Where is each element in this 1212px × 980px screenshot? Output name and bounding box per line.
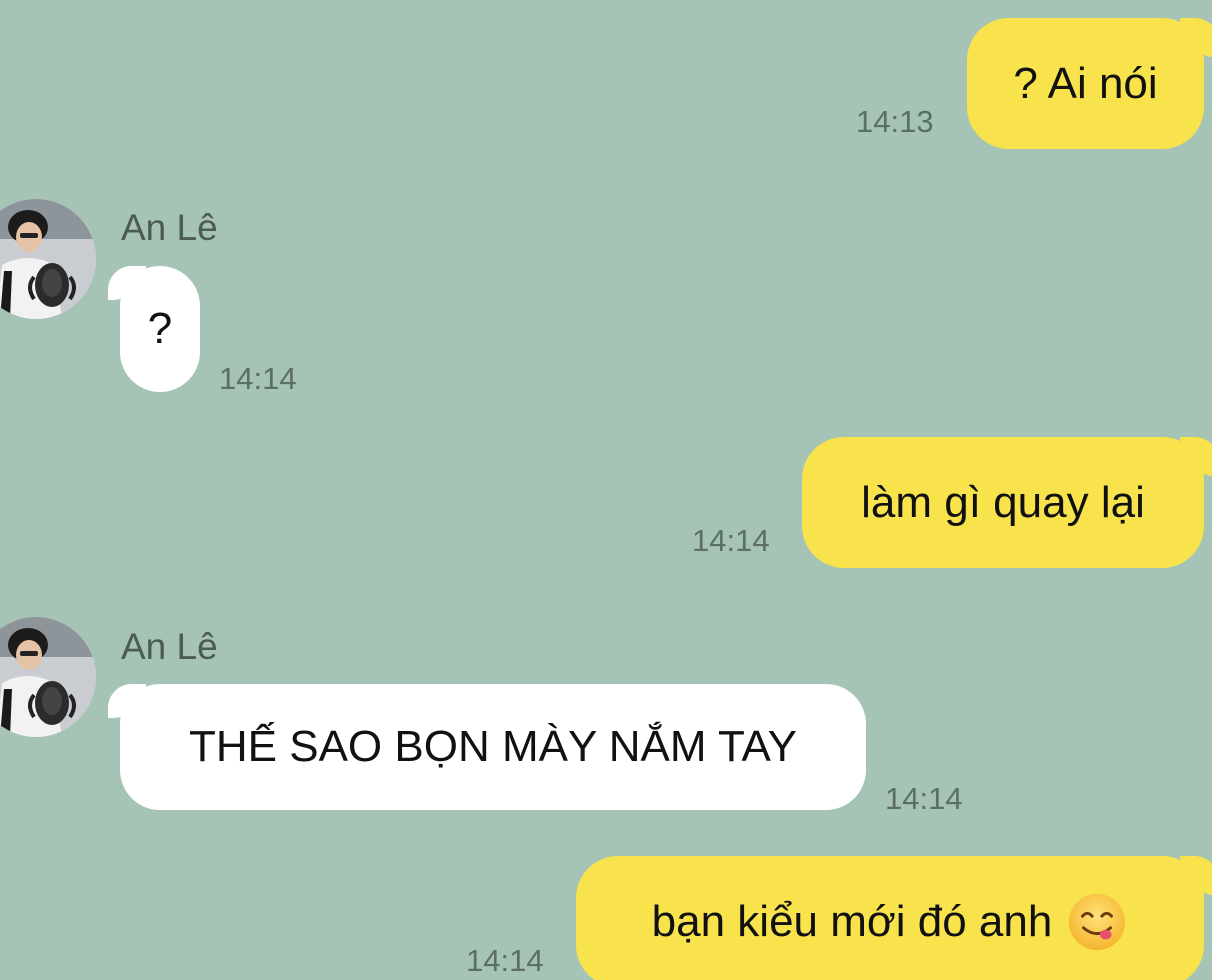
message-bubble-outgoing[interactable]: ? Ai nói xyxy=(967,18,1212,149)
message-text: ? xyxy=(147,304,173,353)
sender-avatar[interactable] xyxy=(0,199,96,319)
sender-name: An Lê xyxy=(121,626,218,667)
message-timestamp: 14:14 xyxy=(219,361,297,396)
chat-view[interactable]: ? Ai nói 14:13 An Lê ? 14:14 làm gì quay… xyxy=(0,0,1212,980)
message-bubble-outgoing[interactable]: làm gì quay lại xyxy=(802,437,1212,568)
message-text: ? Ai nói xyxy=(1013,58,1158,108)
message-text: bạn kiểu mới đó anh xyxy=(651,896,1053,946)
message-bubble-outgoing[interactable]: bạn kiểu mới đó anh xyxy=(576,856,1212,980)
message-bubble-incoming[interactable]: THẾ SAO BỌN MÀY NẮM TAY xyxy=(108,684,866,810)
yum-face-emoji-icon xyxy=(1069,893,1126,950)
message-timestamp: 14:14 xyxy=(885,781,963,816)
message-bubble-incoming[interactable]: ? xyxy=(108,266,200,392)
message-timestamp: 14:14 xyxy=(466,943,544,978)
message-text: THẾ SAO BỌN MÀY NẮM TAY xyxy=(189,722,797,771)
message-timestamp: 14:14 xyxy=(692,523,770,558)
trophy-photo-avatar-icon xyxy=(0,617,96,737)
message-timestamp: 14:13 xyxy=(856,104,934,139)
trophy-photo-avatar-icon xyxy=(0,199,96,319)
sender-avatar[interactable] xyxy=(0,617,96,737)
message-text: làm gì quay lại xyxy=(861,477,1145,527)
sender-name: An Lê xyxy=(121,207,218,248)
